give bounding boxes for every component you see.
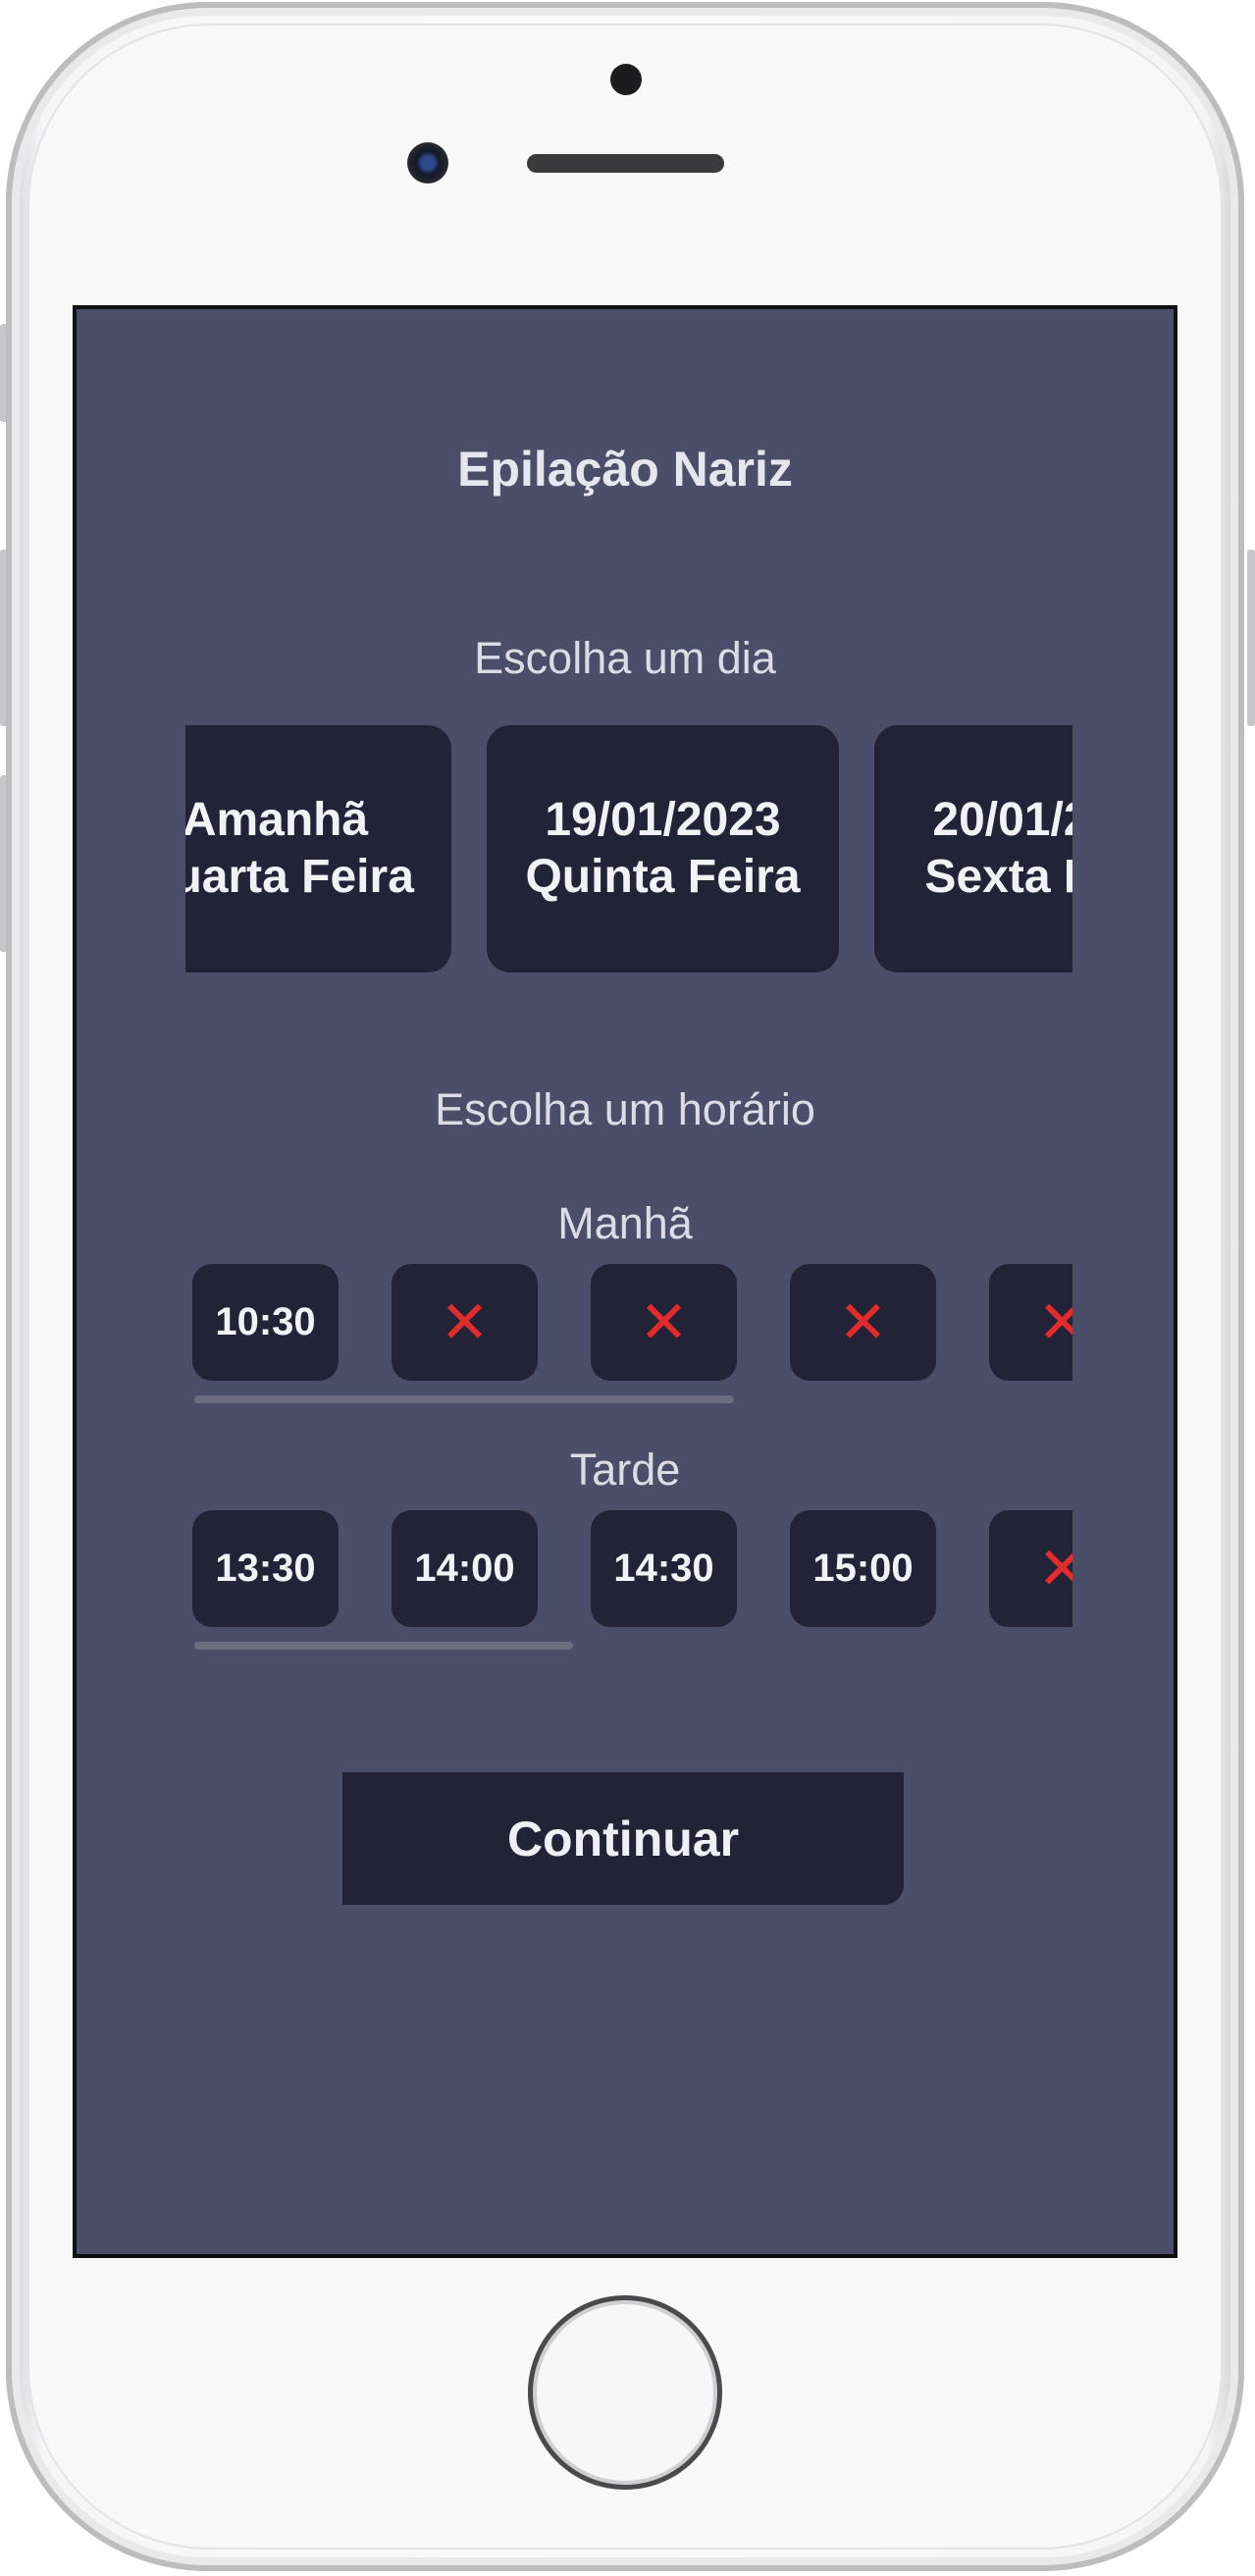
unavailable-slot: ✕	[989, 1264, 1072, 1381]
home-button	[528, 2295, 722, 2490]
time-slot[interactable]: 14:00	[392, 1510, 538, 1627]
front-camera-icon	[407, 142, 448, 184]
choose-day-label: Escolha um dia	[474, 633, 776, 683]
unavailable-slot: ✕	[790, 1264, 936, 1381]
proximity-sensor	[610, 64, 642, 95]
time-slot-label: 14:00	[414, 1547, 515, 1590]
time-slot-label: 10:30	[215, 1300, 316, 1343]
time-slot[interactable]: 14:30	[591, 1510, 737, 1627]
day-card-19-01[interactable]: 19/01/2023 Quinta Feira	[487, 725, 839, 973]
afternoon-slot-track: 13:30 14:00 14:30 15:00 ✕	[192, 1510, 1072, 1627]
unavailable-slot: ✕	[989, 1510, 1072, 1627]
unavailable-slot: ✕	[392, 1264, 538, 1381]
day-card-weekday: Sexta Feira	[924, 851, 1072, 903]
unavailable-x-icon: ✕	[838, 1288, 888, 1355]
day-card-date: Amanhã	[185, 794, 369, 846]
time-slot-label: 13:30	[215, 1547, 316, 1590]
morning-scrollbar[interactable]	[194, 1395, 734, 1403]
service-title: Epilação Nariz	[457, 442, 793, 497]
day-card-date: 20/01/2023	[932, 794, 1072, 846]
day-card-date: 19/01/2023	[545, 794, 781, 846]
device-mockup: Epilação Nariz Escolha um dia Amanhã Qua…	[0, 0, 1255, 2576]
choose-time-label: Escolha um horário	[435, 1084, 815, 1134]
time-slot[interactable]: 10:30	[192, 1264, 339, 1381]
app-screen: Epilação Nariz Escolha um dia Amanhã Qua…	[73, 305, 1177, 2258]
unavailable-slot: ✕	[591, 1264, 737, 1381]
time-slot[interactable]: 15:00	[790, 1510, 936, 1627]
unavailable-x-icon: ✕	[440, 1288, 490, 1355]
continue-button[interactable]: Continuar	[342, 1772, 904, 1905]
earpiece-speaker	[527, 154, 724, 173]
unavailable-x-icon: ✕	[1037, 1539, 1072, 1599]
day-card-tomorrow[interactable]: Amanhã Quarta Feira	[185, 725, 451, 973]
day-card-weekday: Quinta Feira	[525, 851, 801, 903]
time-slot-label: 14:30	[613, 1547, 714, 1590]
unavailable-x-icon: ✕	[1037, 1292, 1072, 1352]
morning-slots-carousel[interactable]: 10:30 ✕ ✕ ✕ ✕	[185, 1264, 1072, 1381]
morning-slot-track: 10:30 ✕ ✕ ✕ ✕	[192, 1264, 1072, 1381]
unavailable-x-icon: ✕	[639, 1288, 689, 1355]
time-slot[interactable]: 13:30	[192, 1510, 339, 1627]
afternoon-scrollbar[interactable]	[194, 1642, 573, 1650]
day-track: Amanhã Quarta Feira 19/01/2023 Quinta Fe…	[185, 725, 1072, 973]
morning-label: Manhã	[557, 1198, 693, 1248]
time-slot-label: 15:00	[812, 1547, 914, 1590]
afternoon-label: Tarde	[569, 1445, 681, 1495]
day-card-20-01[interactable]: 20/01/2023 Sexta Feira	[874, 725, 1072, 973]
day-carousel[interactable]: Amanhã Quarta Feira 19/01/2023 Quinta Fe…	[185, 725, 1072, 973]
day-card-weekday: Quarta Feira	[185, 851, 414, 903]
afternoon-slots-carousel[interactable]: 13:30 14:00 14:30 15:00 ✕	[185, 1510, 1072, 1627]
power-button	[1247, 550, 1255, 726]
